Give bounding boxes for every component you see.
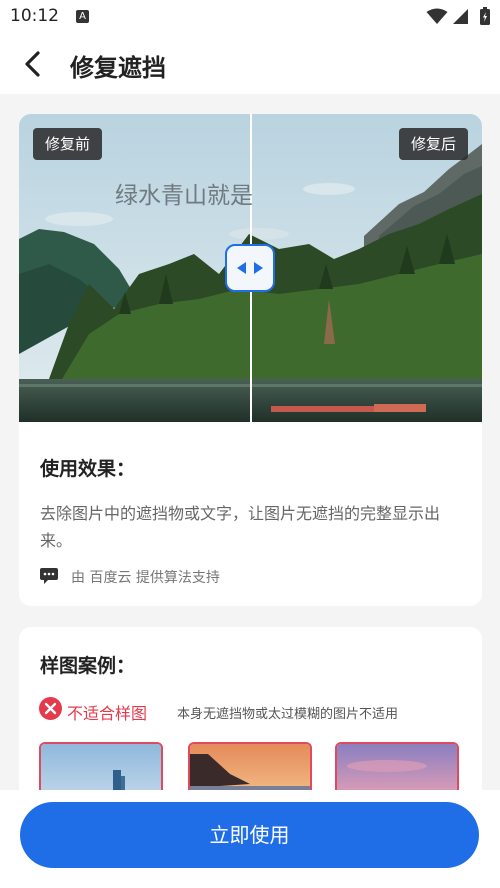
app-bar: 修复遮挡 [0,34,500,94]
left-right-arrows-icon [237,262,263,274]
page-title: 修复遮挡 [70,54,166,82]
back-arrow-icon[interactable] [18,48,50,80]
message-icon [40,568,58,584]
comparison-slider-handle[interactable] [225,244,275,292]
effect-heading: 使用效果： [40,458,136,480]
use-now-button[interactable]: 立即使用 [20,802,479,868]
effect-card: 使用效果： 去除图片中的遮挡物或文字，让图片无遮挡的完整显示出来。 由 百度云 … [19,422,482,606]
algorithm-credit: 由 百度云 提供算法支持 [71,570,220,586]
before-label: 修复前 [33,128,103,160]
status-bar: 10:12 A [0,0,500,34]
occluding-text: 绿水青山就是 [115,183,253,209]
signal-icon [453,9,468,24]
before-after-comparison[interactable]: 修复前 修复后 绿水青山就是 [19,114,482,422]
close-circle-icon [39,697,62,720]
effect-description: 去除图片中的遮挡物或文字，让图片无遮挡的完整显示出来。 [40,504,441,550]
wifi-icon [426,8,448,24]
samples-heading: 样图案例： [40,655,136,677]
after-label: 修复后 [398,128,468,160]
unsuitable-description: 本身无遮挡物或太过模糊的图片不适用 [177,707,399,722]
bottom-action-bar: 立即使用 [0,790,500,888]
notification-a-icon: A [76,10,89,23]
status-time: 10:12 [10,6,59,26]
unsuitable-label: 不适合样图 [67,704,148,723]
battery-icon [480,7,490,25]
